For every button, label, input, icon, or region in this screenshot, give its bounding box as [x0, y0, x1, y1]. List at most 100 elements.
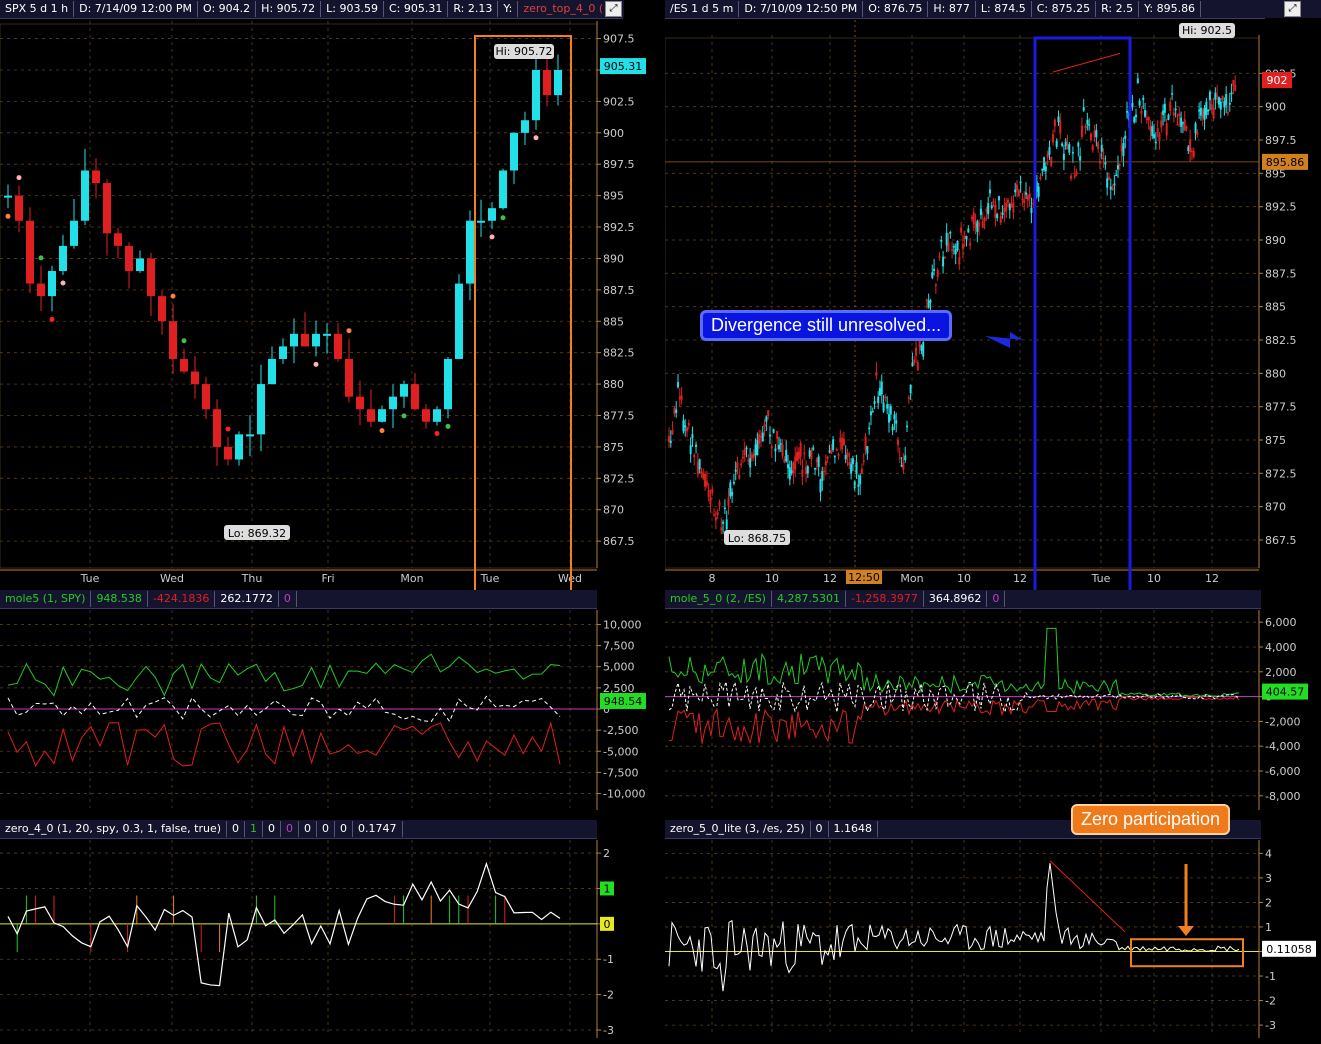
signal-dot	[49, 316, 55, 322]
time-axis-label: 12	[1013, 572, 1027, 585]
candle	[830, 450, 833, 454]
candle	[1136, 78, 1139, 84]
candle	[750, 454, 753, 459]
candle	[1124, 135, 1127, 139]
candle	[477, 220, 485, 223]
candle	[833, 455, 836, 458]
candle	[734, 469, 737, 472]
candle	[356, 396, 364, 410]
candle	[488, 208, 496, 221]
price-axis-label: 867.5	[1265, 534, 1297, 547]
indicator-axis-label: -1	[1265, 970, 1276, 983]
candle	[1153, 134, 1156, 139]
right-price-chart: 902.5900897.5895892.5890887.5885882.5880…	[665, 20, 1308, 590]
price-axis-label: 875	[603, 441, 624, 454]
candle	[411, 384, 419, 410]
candle	[26, 220, 34, 284]
candle	[974, 223, 977, 228]
divergence-callout: Divergence still unresolved...	[700, 310, 953, 341]
candle	[1165, 123, 1168, 136]
candle	[378, 409, 386, 422]
candle	[884, 396, 887, 399]
candle	[158, 296, 166, 322]
indicator-axis-label: 4,000	[1265, 641, 1297, 654]
candle	[1221, 95, 1224, 101]
candle	[675, 409, 678, 413]
signal-dot	[5, 213, 11, 219]
candle	[677, 382, 680, 388]
candle	[1003, 208, 1006, 212]
candle	[835, 449, 838, 451]
candle	[1189, 139, 1192, 153]
candle	[1149, 125, 1152, 132]
candle	[1171, 93, 1174, 95]
candle	[756, 440, 759, 456]
candle	[860, 468, 863, 474]
candle	[725, 519, 728, 530]
candle	[992, 201, 995, 203]
signal-dot	[225, 426, 231, 432]
plot-frame	[665, 37, 1260, 569]
price-axis-label: 890	[603, 252, 624, 265]
candle	[743, 448, 746, 456]
candle	[776, 430, 779, 439]
candle	[887, 414, 890, 423]
candle	[1075, 171, 1078, 175]
candle	[916, 362, 919, 371]
candle	[1016, 184, 1019, 191]
candle	[754, 444, 757, 456]
divergence-line	[1049, 860, 1126, 933]
candle	[731, 491, 734, 496]
candle	[799, 443, 802, 457]
price-axis-label: 877.5	[1265, 401, 1297, 414]
candle	[988, 189, 991, 194]
left-mole-panel: mole5 (1, SPY) 948.538 -424.1836 262.177…	[0, 590, 660, 820]
candle	[1176, 123, 1179, 126]
series-line-red	[7, 721, 561, 767]
candle	[1198, 109, 1201, 112]
candle	[1089, 133, 1092, 140]
candle	[814, 467, 817, 470]
candle	[1043, 157, 1046, 171]
candle	[864, 436, 867, 450]
candle	[1167, 114, 1170, 120]
candle	[1147, 116, 1150, 121]
candle	[723, 507, 726, 509]
candle	[1111, 187, 1114, 190]
candle	[920, 345, 923, 351]
indicator-axis-label: -2	[1265, 995, 1276, 1008]
candle	[792, 462, 795, 474]
candle	[873, 401, 876, 404]
indicator-axis-label: 2	[603, 847, 610, 860]
candle	[985, 209, 988, 212]
candle	[1068, 144, 1071, 153]
candle	[1232, 80, 1235, 86]
candle	[1039, 177, 1042, 180]
candle	[4, 195, 12, 198]
candle	[810, 450, 813, 460]
candle	[781, 444, 784, 456]
candle	[745, 447, 748, 450]
candle	[851, 458, 854, 465]
candle	[202, 384, 210, 410]
candle	[857, 484, 860, 487]
signal-dot	[445, 423, 451, 429]
candle	[794, 456, 797, 470]
candle	[1181, 122, 1184, 124]
time-axis-label: Tue	[480, 572, 500, 585]
candle	[1144, 110, 1147, 117]
candle	[855, 462, 858, 475]
price-axis-label: 887.5	[1265, 267, 1297, 280]
indicator-axis-label: -3	[1265, 1019, 1276, 1032]
candle	[1172, 112, 1175, 116]
candle	[1178, 113, 1181, 117]
right-zero-chart: 43210-1-2-30.11058	[665, 840, 1316, 1038]
indicator-axis-label: -2,500	[603, 724, 638, 737]
candle	[997, 196, 1000, 201]
candle	[1133, 117, 1136, 123]
candle	[1225, 93, 1228, 105]
candle	[691, 434, 694, 439]
candle	[796, 452, 799, 461]
candle	[1131, 102, 1134, 108]
candle	[1190, 150, 1193, 153]
